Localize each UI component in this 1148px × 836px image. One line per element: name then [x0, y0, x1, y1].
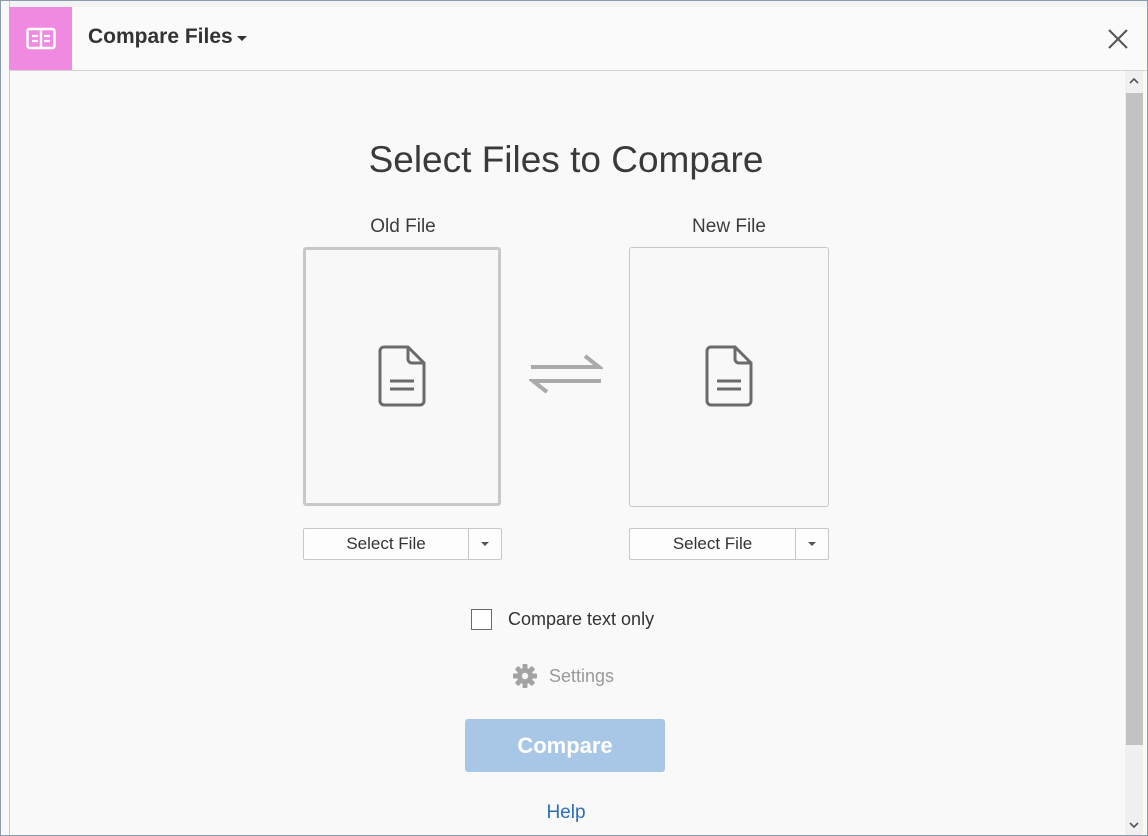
- settings-label: Settings: [549, 665, 615, 686]
- document-icon: [378, 345, 426, 406]
- chevron-down-icon: [808, 542, 816, 546]
- window-left-edge: [1, 1, 10, 835]
- new-file-select-dropdown[interactable]: [796, 529, 828, 559]
- compare-text-only-option[interactable]: Compare text only: [471, 609, 654, 630]
- scroll-up-button[interactable]: [1125, 71, 1143, 91]
- old-file-label: Old File: [370, 216, 436, 237]
- tool-title-label: Compare Files: [88, 25, 233, 48]
- scrollbar-thumb[interactable]: [1126, 93, 1143, 745]
- tool-badge: [9, 7, 72, 70]
- tool-header: Compare Files: [9, 7, 1147, 71]
- old-file-select-split-button: Select File: [303, 528, 502, 560]
- compare-text-only-label: Compare text only: [508, 609, 655, 629]
- swap-arrows-icon: [527, 354, 605, 394]
- compare-files-window: Compare Files Select Files to Compare Ol…: [0, 0, 1148, 836]
- chevron-down-icon: [481, 542, 489, 546]
- new-file-dropzone[interactable]: [629, 247, 829, 507]
- compare-text-only-checkbox[interactable]: [471, 609, 492, 630]
- compare-files-icon: [25, 27, 56, 49]
- vertical-scrollbar[interactable]: [1125, 71, 1143, 835]
- new-file-select-split-button: Select File: [629, 528, 829, 560]
- gear-icon: [513, 664, 537, 688]
- page-title: Select Files to Compare: [368, 139, 764, 180]
- new-file-label: New File: [692, 216, 766, 237]
- settings-button[interactable]: Settings: [512, 663, 614, 689]
- help-link[interactable]: Help: [1, 802, 1131, 824]
- old-file-dropzone[interactable]: [303, 247, 501, 506]
- old-file-select-button[interactable]: Select File: [304, 529, 469, 559]
- tool-title-dropdown[interactable]: Compare Files: [88, 25, 247, 49]
- old-file-select-dropdown[interactable]: [469, 529, 501, 559]
- close-button[interactable]: [1103, 24, 1133, 54]
- swap-files-button[interactable]: [527, 353, 605, 395]
- document-icon: [705, 345, 753, 407]
- new-file-select-button[interactable]: Select File: [630, 529, 796, 559]
- chevron-down-icon: [236, 35, 247, 41]
- chevron-up-icon: [1129, 77, 1139, 84]
- close-icon: [1108, 29, 1128, 49]
- compare-button[interactable]: Compare: [465, 719, 665, 772]
